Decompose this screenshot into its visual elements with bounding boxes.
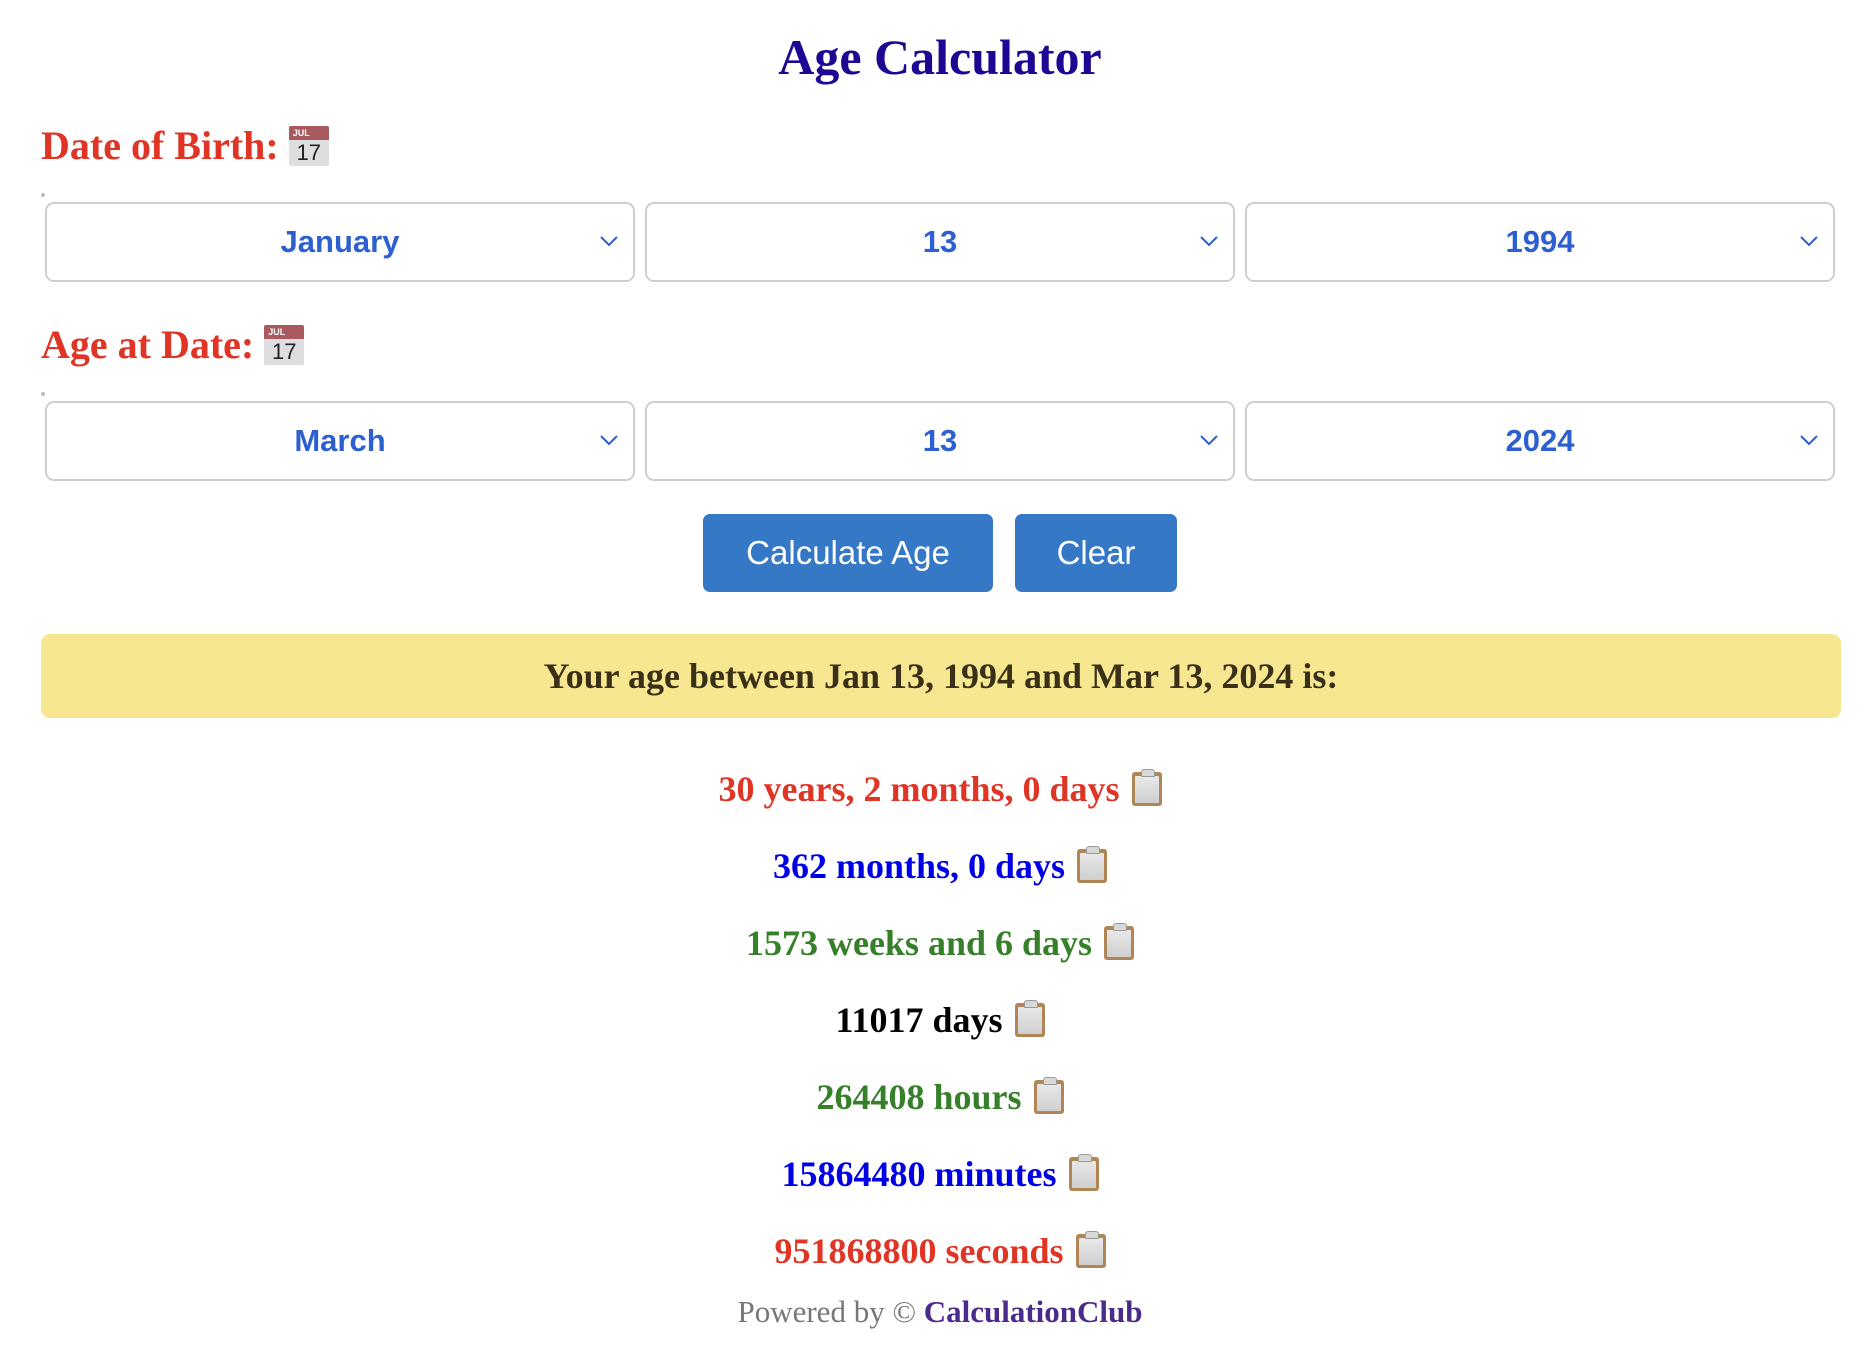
calendar-icon: JUL 17	[264, 324, 305, 365]
birth-month-value: January	[280, 224, 400, 259]
chevron-down-icon	[1200, 435, 1218, 446]
clipboard-icon[interactable]	[1033, 1076, 1064, 1114]
footer-brand-link[interactable]: CalculationClub	[924, 1294, 1143, 1329]
birth-year-value: 1994	[1505, 224, 1575, 259]
age-at-date-label-text: Age at Date:	[41, 322, 255, 367]
result-text: 951868800 seconds	[774, 1230, 1064, 1271]
birth-day-select[interactable]: 13	[645, 202, 1235, 282]
chevron-down-icon	[1800, 236, 1818, 247]
result-minutes: 15864480 minutes	[0, 1135, 1872, 1212]
result-text: 30 years, 2 months, 0 days	[718, 768, 1120, 809]
chevron-down-icon	[600, 236, 618, 247]
result-text: 15864480 minutes	[781, 1153, 1057, 1194]
result-list: 30 years, 2 months, 0 days 362 months, 0…	[0, 750, 1872, 1289]
result-seconds: 951868800 seconds	[0, 1212, 1872, 1289]
chevron-down-icon	[1800, 435, 1818, 446]
target-year-select[interactable]: 2024	[1245, 401, 1835, 481]
target-day-select[interactable]: 13	[645, 401, 1235, 481]
result-years-months-days: 30 years, 2 months, 0 days	[0, 750, 1872, 827]
age-at-date-selects: March 13 2024	[45, 401, 1835, 481]
date-of-birth-label-text: Date of Birth:	[41, 123, 279, 168]
result-months-days: 362 months, 0 days	[0, 827, 1872, 904]
page-title: Age Calculator	[778, 29, 1102, 85]
date-of-birth-label: Date of Birth: JUL 17	[41, 122, 329, 169]
calendar-icon-month: JUL	[288, 125, 329, 140]
clear-button[interactable]: Clear	[1015, 514, 1177, 592]
clipboard-icon[interactable]	[1075, 1230, 1106, 1268]
result-weeks-days: 1573 weeks and 6 days	[0, 904, 1872, 981]
target-month-value: March	[294, 423, 386, 458]
clipboard-icon[interactable]	[1104, 922, 1135, 960]
action-buttons: Calculate Age Clear	[0, 514, 1872, 592]
calendar-icon-day: 17	[272, 338, 297, 364]
birth-day-value: 13	[922, 224, 958, 259]
calendar-icon-month: JUL	[264, 324, 305, 339]
age-at-date-label: Age at Date: JUL 17	[41, 321, 305, 368]
result-text: 1573 weeks and 6 days	[745, 922, 1093, 963]
clipboard-icon[interactable]	[1077, 845, 1108, 883]
decorative-dot	[41, 193, 45, 197]
birth-month-select[interactable]: January	[45, 202, 635, 282]
clipboard-icon[interactable]	[1131, 768, 1162, 806]
chevron-down-icon	[600, 435, 618, 446]
target-month-select[interactable]: March	[45, 401, 635, 481]
result-text: 11017 days	[835, 999, 1003, 1040]
result-hours: 264408 hours	[0, 1058, 1872, 1135]
clipboard-icon[interactable]	[1014, 999, 1045, 1037]
date-of-birth-selects: January 13 1994	[45, 202, 1835, 282]
clipboard-icon[interactable]	[1068, 1153, 1099, 1191]
result-days: 11017 days	[0, 981, 1872, 1058]
result-text: 264408 hours	[816, 1076, 1022, 1117]
chevron-down-icon	[1200, 236, 1218, 247]
result-summary-banner: Your age between Jan 13, 1994 and Mar 13…	[41, 634, 1841, 718]
target-day-value: 13	[922, 423, 958, 458]
birth-year-select[interactable]: 1994	[1245, 202, 1835, 282]
decorative-dot	[41, 392, 45, 396]
result-summary-text: Your age between Jan 13, 1994 and Mar 13…	[543, 656, 1339, 696]
calculate-age-button[interactable]: Calculate Age	[703, 514, 993, 592]
calendar-icon-day: 17	[296, 139, 321, 165]
footer-prefix: Powered by ©	[737, 1294, 924, 1329]
calendar-icon: JUL 17	[288, 125, 329, 166]
target-year-value: 2024	[1505, 423, 1575, 458]
footer: Powered by © CalculationClub	[0, 1294, 1872, 1330]
result-text: 362 months, 0 days	[772, 845, 1066, 886]
